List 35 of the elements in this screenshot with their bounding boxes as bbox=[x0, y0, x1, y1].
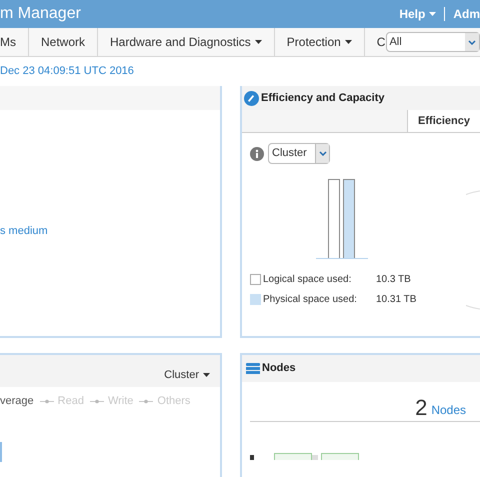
legend-label: Logical space used: bbox=[263, 273, 352, 287]
nodes-link[interactable]: Nodes bbox=[431, 401, 466, 419]
efficiency-tab[interactable]: Efficiency bbox=[407, 110, 480, 132]
app-title: m Manager bbox=[0, 6, 81, 22]
legend-item[interactable]: verage bbox=[0, 393, 34, 410]
nav-tab[interactable]: Network bbox=[29, 28, 98, 56]
chevron-down-icon bbox=[318, 151, 326, 156]
caret-icon bbox=[344, 40, 352, 44]
caret-icon bbox=[203, 372, 210, 377]
legend-swatch bbox=[250, 294, 261, 305]
nav-tab[interactable]: Ms bbox=[0, 28, 29, 56]
nav-tab[interactable]: C bbox=[364, 28, 386, 56]
legend-label: Physical space used: bbox=[263, 293, 358, 307]
caret-icon bbox=[429, 12, 436, 16]
timestamp: Dec 23 04:09:51 UTC 2016 bbox=[0, 64, 134, 80]
nav-tab[interactable]: Protection bbox=[274, 28, 365, 56]
info-icon bbox=[250, 146, 264, 160]
panel-title: Nodes bbox=[262, 361, 296, 376]
panel-title: Efficiency and Capacity bbox=[261, 90, 384, 106]
legend-swatch bbox=[250, 274, 261, 285]
scope-select[interactable]: Cluster bbox=[268, 143, 330, 164]
scope-menu[interactable]: Cluster bbox=[164, 366, 210, 383]
line-marker-icon bbox=[139, 398, 154, 404]
chart-bar-edge bbox=[0, 442, 2, 462]
chevron-down-icon bbox=[468, 40, 476, 44]
filter-select[interactable]: All bbox=[386, 32, 480, 52]
server-icon bbox=[246, 362, 260, 374]
line-marker-icon bbox=[40, 398, 54, 404]
status-link[interactable]: s medium bbox=[0, 225, 48, 237]
line-marker-icon bbox=[90, 398, 104, 404]
legend-value: 10.31 TB bbox=[376, 293, 416, 307]
legend-value: 10.3 TB bbox=[376, 273, 411, 287]
caret-icon bbox=[254, 40, 262, 44]
node-count: 2 bbox=[415, 397, 428, 419]
nav-tab[interactable]: Hardware and Diagnostics bbox=[98, 28, 275, 56]
